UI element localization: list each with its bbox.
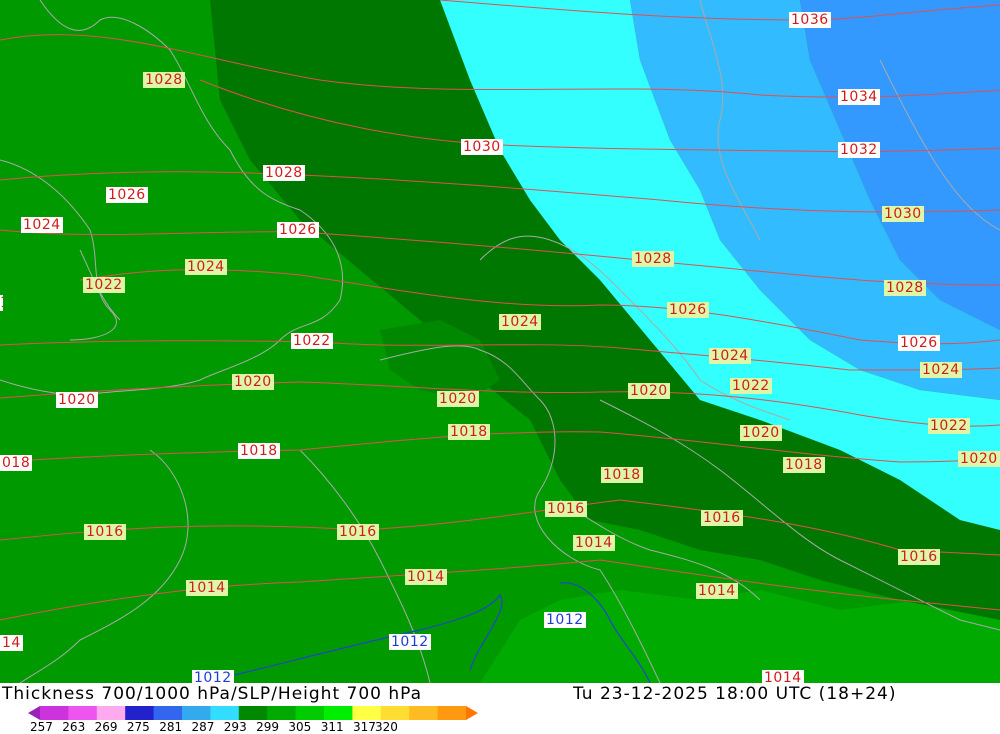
isobar-label: 1012 <box>544 612 586 628</box>
isobar-label: 1022 <box>0 295 3 311</box>
isobar-label: 1024 <box>709 348 751 364</box>
scale-tick-label: 275 <box>126 720 150 734</box>
isobar-label: 14 <box>0 635 23 651</box>
isobar-label: 1016 <box>337 524 379 540</box>
scale-segment <box>40 706 69 720</box>
scale-segment <box>324 706 353 720</box>
scale-tick-label: 299 <box>256 720 279 734</box>
isobar-label: 1016 <box>898 549 940 565</box>
isobar-label: 1034 <box>838 89 880 105</box>
isobar-label: 1028 <box>263 165 305 181</box>
scale-tick-label: 257 <box>30 720 53 734</box>
isobar-label: 1012 <box>389 634 431 650</box>
isobar-label: 1016 <box>545 501 587 517</box>
isobar-label: 1026 <box>898 335 940 351</box>
isobar-label: 1024 <box>499 314 541 330</box>
isobar-label: 1026 <box>277 222 319 238</box>
isobar-label: 1024 <box>920 362 962 378</box>
scale-tick-label: 305 <box>288 720 312 734</box>
scale-arrow-left <box>28 706 40 720</box>
scale-segment <box>210 706 240 720</box>
color-scale-bar <box>28 706 478 720</box>
isobar-label: 1014 <box>573 535 615 551</box>
scale-tick-label: 317 <box>353 720 376 734</box>
scale-segment <box>153 706 183 720</box>
scale-segment <box>182 706 211 720</box>
isobar-label: 1028 <box>632 251 674 267</box>
isobar-label: 1024 <box>21 217 63 233</box>
scale-segment <box>409 706 439 720</box>
scale-tick-label: 287 <box>191 720 215 734</box>
isobar-label: 1016 <box>84 524 126 540</box>
isobar-label: 1036 <box>789 12 831 28</box>
scale-segment <box>68 706 98 720</box>
scale-segment <box>125 706 155 720</box>
isobar-label: 1022 <box>291 333 333 349</box>
isobar-label: 1016 <box>701 510 743 526</box>
isobar-label: 1020 <box>437 391 479 407</box>
isobar-label: 1026 <box>106 187 148 203</box>
scale-segment <box>437 706 467 720</box>
isobar-label: 1030 <box>461 139 503 155</box>
isobar-label: 1014 <box>186 580 228 596</box>
map-title: Thickness 700/1000 hPa/SLP/Height 700 hP… <box>2 684 423 704</box>
isobar-label: 1020 <box>56 392 98 408</box>
scale-tick-label: 311 <box>320 720 344 734</box>
scale-segment <box>267 706 297 720</box>
isobar-label: 1028 <box>884 280 926 296</box>
isobar-label: 1030 <box>882 206 924 222</box>
isobar-label: 1014 <box>696 583 738 599</box>
isobar-label: 1024 <box>185 259 227 275</box>
isobar-label: 1014 <box>405 569 447 585</box>
scale-segment <box>295 706 325 720</box>
scale-tick-label: 293 <box>223 720 247 734</box>
scale-arrow-right <box>466 706 478 720</box>
isobar-label: 1026 <box>667 302 709 318</box>
scale-segment <box>352 706 382 720</box>
isobar-label: 1032 <box>838 142 880 158</box>
isobar-label: 1018 <box>238 443 280 459</box>
isobar-label: 1020 <box>740 425 782 441</box>
isobar-label: 1014 <box>762 670 804 683</box>
isobar-label: 1022 <box>928 418 970 434</box>
isobar-label: 1018 <box>601 467 643 483</box>
scale-tick-label: 281 <box>159 720 183 734</box>
scale-segment <box>238 706 268 720</box>
isobar-label: 1020 <box>232 374 274 390</box>
isobar-label: 1028 <box>143 72 185 88</box>
isobar-label: 1018 <box>448 424 490 440</box>
scale-segment <box>380 706 410 720</box>
isobar-label: 018 <box>0 455 33 471</box>
scale-segment <box>96 706 126 720</box>
scale-tick-label: 263 <box>62 720 86 734</box>
isobar-label: 1020 <box>628 383 670 399</box>
isobar-label: 1022 <box>83 277 125 293</box>
isobar-label: 1018 <box>783 457 825 473</box>
scale-tick-label: 320 <box>375 720 398 734</box>
scale-tick-label: 269 <box>94 720 118 734</box>
map-datetime: Tu 23-12-2025 18:00 UTC (18+24) <box>573 684 897 704</box>
isobar-label: 1020 <box>958 451 1000 467</box>
isobar-label: 1022 <box>730 378 772 394</box>
isobar-label: 1012 <box>192 670 234 683</box>
